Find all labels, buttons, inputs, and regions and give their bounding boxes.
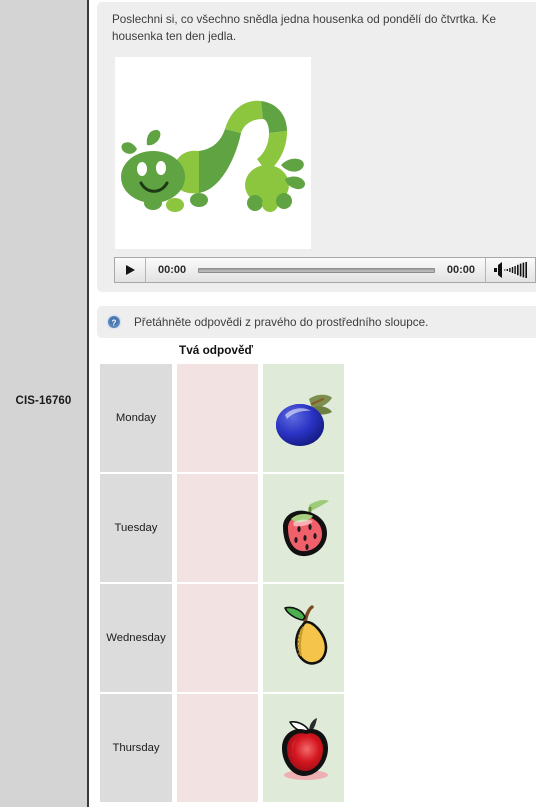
draggable-option-plum[interactable] — [262, 363, 345, 473]
apple-icon — [281, 718, 328, 780]
day-label-thursday: Thursday — [99, 693, 173, 803]
seek-bar[interactable] — [194, 258, 439, 282]
answer-column-header: Tvá odpověď — [178, 343, 254, 357]
answer-table: Tvá odpověď Monday Tuesday Wednesday Thu… — [99, 343, 536, 803]
day-label-wednesday: Wednesday — [99, 583, 173, 693]
caterpillar-illustration — [115, 57, 311, 249]
drop-target-thursday[interactable] — [176, 693, 259, 803]
pear-icon — [283, 605, 327, 665]
sidebar: CIS-16760 — [0, 0, 89, 807]
seek-bar-track — [198, 267, 435, 273]
drop-target-tuesday[interactable] — [176, 473, 259, 583]
drop-target-monday[interactable] — [176, 363, 259, 473]
drop-target-wednesday[interactable] — [176, 583, 259, 693]
day-label-tuesday: Tuesday — [99, 473, 173, 583]
play-button[interactable] — [115, 258, 146, 282]
content-area: Poslechni si, co všechno snědla jedna ho… — [91, 0, 536, 807]
plum-icon — [275, 394, 332, 446]
table-row: Wednesday — [99, 583, 536, 693]
audio-player[interactable]: 00:00 00:00 — [114, 257, 536, 283]
draggable-option-strawberry[interactable] — [262, 473, 345, 583]
table-row: Monday — [99, 363, 536, 473]
table-header-row: Tvá odpověď — [99, 343, 536, 363]
draggable-option-apple[interactable] — [262, 693, 345, 803]
play-icon — [125, 265, 135, 275]
stimulus-panel: Poslechni si, co všechno snědla jedna ho… — [97, 2, 536, 292]
current-time-label: 00:00 — [158, 264, 187, 276]
assessment-screen: CIS-16760 Poslechni si, co všechno snědl… — [0, 0, 536, 807]
day-label-monday: Monday — [99, 363, 173, 473]
draggable-option-pear[interactable] — [262, 583, 345, 693]
instruction-text: Přetáhněte odpovědi z pravého do prostře… — [134, 315, 429, 329]
instruction-panel: ? Přetáhněte odpovědi z pravého do prost… — [97, 306, 536, 338]
total-time-label: 00:00 — [446, 264, 475, 276]
svg-text:?: ? — [112, 318, 117, 327]
volume-icon — [493, 262, 527, 278]
table-row: Tuesday — [99, 473, 536, 583]
table-row: Thursday — [99, 693, 536, 803]
strawberry-icon — [282, 500, 329, 557]
item-id-label: CIS-16760 — [15, 395, 72, 407]
volume-slider[interactable] — [485, 258, 535, 282]
help-icon[interactable]: ? — [106, 314, 122, 330]
prompt-text: Poslechni si, co všechno snědla jedna ho… — [112, 13, 496, 43]
